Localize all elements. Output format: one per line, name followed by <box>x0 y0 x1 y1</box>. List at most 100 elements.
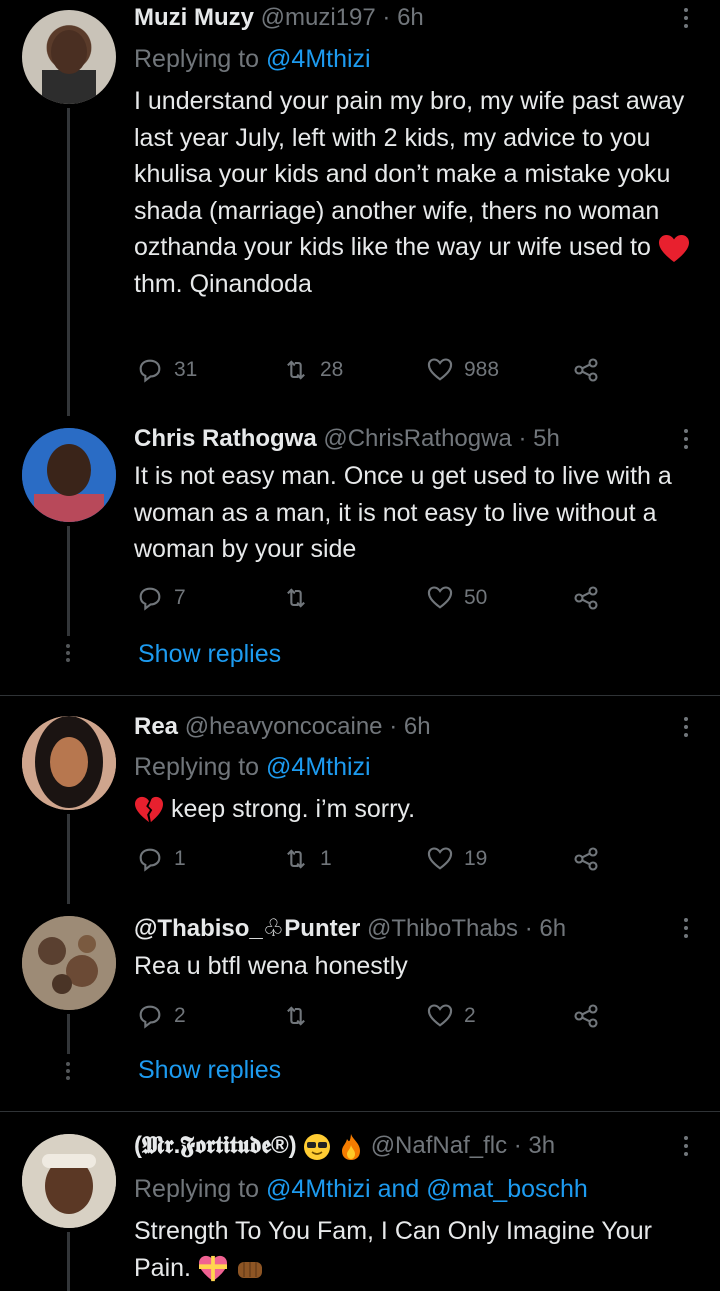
heart-icon <box>427 847 453 870</box>
tweet-text: Rea u btfl wena honestly <box>134 952 408 980</box>
heart-icon <box>427 1004 453 1027</box>
timestamp[interactable]: · 6h <box>389 713 430 740</box>
like-button[interactable]: 19 <box>426 845 487 873</box>
reply-icon <box>139 587 161 611</box>
timestamp[interactable]: · 6h <box>382 4 423 31</box>
avatar[interactable] <box>22 428 116 522</box>
mention-link[interactable]: @4Mthizi <box>266 1175 371 1203</box>
share-button[interactable] <box>572 584 600 612</box>
reply-count: 7 <box>174 586 186 609</box>
timestamp[interactable]: · 6h <box>525 915 566 942</box>
reply-count: 31 <box>174 358 198 381</box>
handle[interactable]: @ChrisRathogwa <box>323 425 511 452</box>
show-replies-link[interactable]: Show replies <box>138 640 281 669</box>
share-button[interactable] <box>572 356 600 384</box>
avatar[interactable] <box>22 716 116 810</box>
tweet-4[interactable]: @Thabiso_♧Punter @ThiboThabs · 6h Rea u … <box>0 906 720 1111</box>
share-button[interactable] <box>572 1002 600 1030</box>
retweet-button[interactable] <box>282 1002 320 1030</box>
handle[interactable]: @NafNaf_flc <box>371 1132 507 1159</box>
thread-continuation-dots <box>66 1062 71 1083</box>
retweet-icon <box>287 588 305 608</box>
thread-line <box>67 1014 70 1054</box>
mention-link[interactable]: @4Mthizi <box>266 45 371 73</box>
tweet-text: keep strong. i’m sorry. <box>134 791 704 828</box>
share-icon <box>574 586 598 610</box>
heart-icon <box>427 358 453 381</box>
tweet-header: Muzi Muzy @muzi197 · 6h <box>134 4 660 32</box>
thread-line <box>67 526 70 636</box>
display-name[interactable]: Muzi Muzy <box>134 4 254 31</box>
reply-button[interactable]: 31 <box>136 356 197 384</box>
avatar[interactable] <box>22 10 116 104</box>
handle[interactable]: @muzi197 <box>261 4 376 31</box>
tweet-text: It is not easy man. Once u get used to l… <box>134 462 672 564</box>
show-replies-link[interactable]: Show replies <box>138 1056 281 1085</box>
more-options-icon[interactable] <box>682 8 690 32</box>
like-button[interactable]: 50 <box>426 584 487 612</box>
red-heart-emoji-icon <box>658 234 689 262</box>
thread-continuation-dots <box>66 644 71 665</box>
like-button[interactable]: 988 <box>426 356 499 384</box>
reply-count: 2 <box>174 1004 186 1027</box>
share-icon <box>574 1004 598 1028</box>
retweet-button[interactable]: 28 <box>282 356 343 384</box>
retweet-count: 28 <box>320 358 344 381</box>
avatar[interactable] <box>22 1134 116 1228</box>
thread-line <box>67 108 70 416</box>
like-button[interactable]: 2 <box>426 1002 476 1030</box>
more-options-icon[interactable] <box>682 429 690 453</box>
like-count: 19 <box>464 847 488 870</box>
tweet-header: (𝕸𝖗.𝕱𝖔𝖗𝖙𝖎𝖙𝖚𝖉𝖊®) @NafNaf_flc · 3h <box>134 1132 660 1161</box>
avatar-image <box>42 30 96 104</box>
fire-emoji-icon <box>342 1133 361 1160</box>
tweet-text: Strength To You Fam, I Can Only Imagine … <box>134 1217 652 1282</box>
tweet-actions: 7 50 <box>134 584 614 616</box>
reply-icon <box>139 848 161 872</box>
retweet-icon <box>287 1006 305 1026</box>
tweet-2[interactable]: Chris Rathogwa @ChrisRathogwa · 5h It is… <box>0 420 720 695</box>
reply-count: 1 <box>174 847 186 870</box>
retweet-button[interactable] <box>282 584 320 612</box>
handle[interactable]: @heavyoncocaine <box>185 713 383 740</box>
share-button[interactable] <box>572 845 600 873</box>
avatar-image <box>22 916 116 1010</box>
like-count: 988 <box>464 358 500 381</box>
mention-link[interactable]: @4Mthizi <box>266 753 371 781</box>
display-name[interactable]: Rea <box>134 713 178 740</box>
retweet-icon <box>287 360 305 380</box>
like-count: 50 <box>464 586 488 609</box>
avatar[interactable] <box>22 916 116 1010</box>
avatar-image <box>22 428 116 522</box>
display-name[interactable]: Chris Rathogwa <box>134 425 317 452</box>
more-options-icon[interactable] <box>682 717 690 741</box>
tweet-header: @Thabiso_♧Punter @ThiboThabs · 6h <box>134 914 660 943</box>
tweet-3[interactable]: Rea @heavyoncocaine · 6h Replying to @4M… <box>0 696 720 904</box>
retweet-button[interactable]: 1 <box>282 845 332 873</box>
reply-button[interactable]: 2 <box>136 1002 186 1030</box>
timestamp[interactable]: · 3h <box>514 1132 555 1159</box>
tweet-actions: 2 2 <box>134 1002 614 1034</box>
reply-icon <box>139 1005 161 1029</box>
handle[interactable]: @ThiboThabs <box>367 915 518 942</box>
display-name[interactable]: @Thabiso_♧Punter <box>134 915 360 942</box>
tweet-actions: 31 28 988 <box>134 356 614 388</box>
timestamp[interactable]: · 5h <box>518 425 559 452</box>
reply-button[interactable]: 1 <box>136 845 186 873</box>
reply-icon <box>139 359 161 383</box>
reply-button[interactable]: 7 <box>136 584 186 612</box>
tweet-1[interactable]: Muzi Muzy @muzi197 · 6h Replying to @4Mt… <box>0 0 720 420</box>
tweet-5[interactable]: (𝕸𝖗.𝕱𝖔𝖗𝖙𝖎𝖙𝖚𝖉𝖊®) @NafNaf_flc · 3h Replyin… <box>0 1112 720 1291</box>
replying-to: Replying to @4Mthizi <box>134 45 371 73</box>
more-options-icon[interactable] <box>682 918 690 942</box>
mention-link[interactable]: @mat_boschh <box>426 1175 588 1203</box>
avatar-image <box>22 716 116 810</box>
broken-heart-emoji-icon <box>135 797 163 823</box>
more-options-icon[interactable] <box>682 1136 690 1160</box>
display-name[interactable]: (𝕸𝖗.𝕱𝖔𝖗𝖙𝖎𝖙𝖚𝖉𝖊®) <box>134 1132 297 1159</box>
replying-to: Replying to @4Mthizi <box>134 753 371 781</box>
thread-line <box>67 814 70 904</box>
share-icon <box>574 358 598 382</box>
heart-icon <box>427 586 453 609</box>
thread-line <box>67 1232 70 1291</box>
